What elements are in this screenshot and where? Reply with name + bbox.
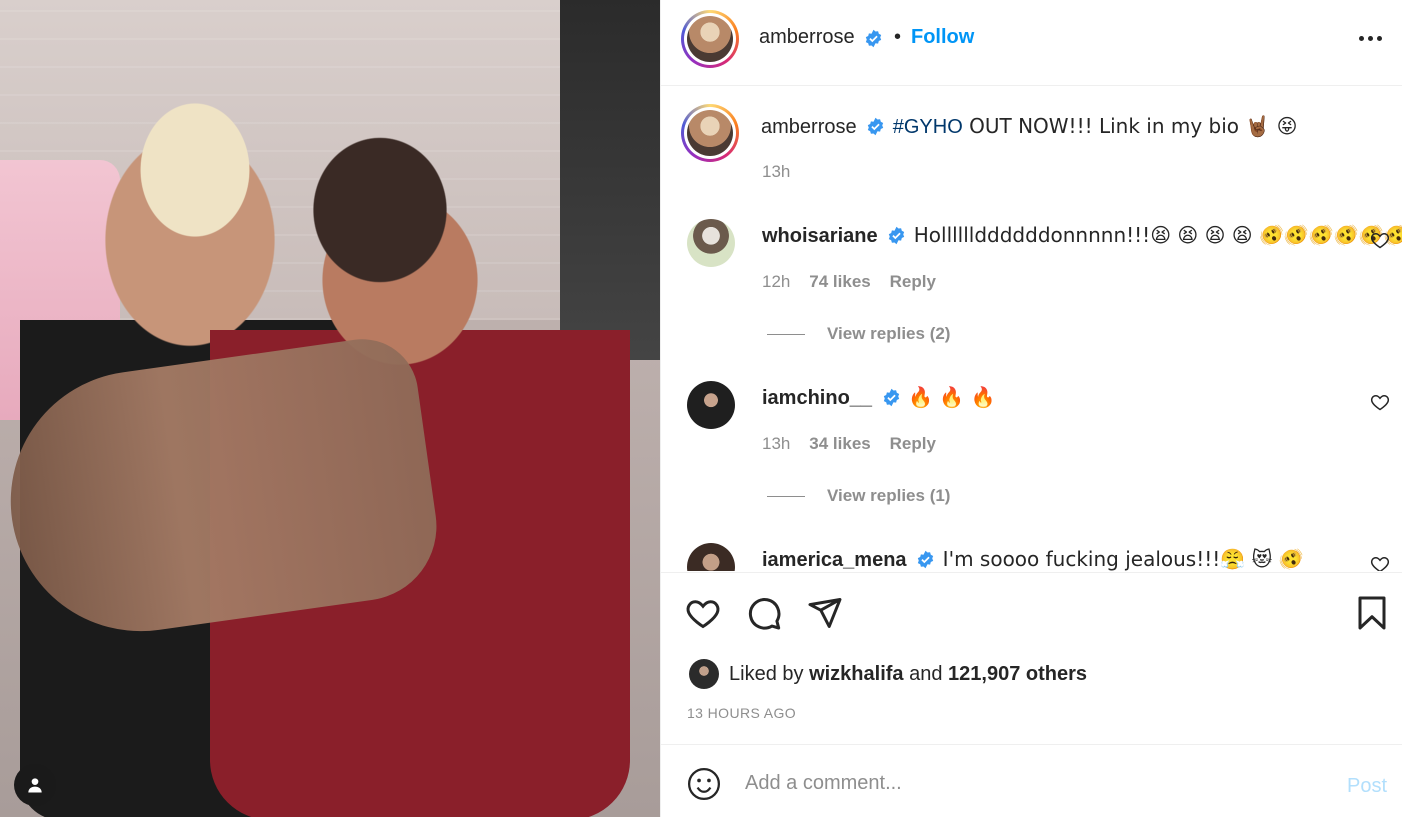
comment-row: iamchino__ 🔥 🔥 🔥 <box>762 385 996 410</box>
verified-icon <box>888 226 905 244</box>
comment-time[interactable]: 13h <box>762 434 790 453</box>
caption-username[interactable]: amberrose <box>761 116 857 138</box>
liked-by-user[interactable]: wizkhalifa <box>809 663 903 685</box>
comment-username[interactable]: iamchino__ <box>762 387 872 409</box>
post-side-panel: amberrose • Follow amberrose #GYHO OUT N… <box>660 0 1402 817</box>
caption-avatar[interactable] <box>681 104 739 162</box>
comment-avatar[interactable] <box>687 219 735 267</box>
comment-input[interactable] <box>745 763 1325 803</box>
view-replies-button[interactable]: View replies (2) <box>767 324 950 344</box>
view-replies-label: View replies (1) <box>827 486 951 505</box>
comment-meta: 12h 74 likes Reply <box>762 272 936 292</box>
caption-hashtag[interactable]: #GYHO <box>893 116 963 138</box>
user-tag-icon <box>28 778 42 793</box>
like-comment-heart-icon[interactable] <box>1370 554 1390 571</box>
author-avatar[interactable] <box>681 10 739 68</box>
add-comment-bar: Post <box>661 744 1402 817</box>
verified-icon <box>917 550 934 568</box>
caption-time[interactable]: 13h <box>762 162 790 182</box>
post-media[interactable] <box>0 0 660 817</box>
header-separator: • <box>894 26 902 48</box>
comment-avatar[interactable] <box>687 381 735 429</box>
reply-button[interactable]: Reply <box>890 272 936 291</box>
like-comment-heart-icon[interactable] <box>1370 392 1390 412</box>
comment-username[interactable]: iamerica_mena <box>762 549 907 571</box>
verified-icon <box>865 29 882 48</box>
comment-text: 🔥 🔥 🔥 <box>908 385 996 409</box>
more-icon[interactable] <box>1356 26 1384 50</box>
comment-avatar[interactable] <box>687 543 735 571</box>
heart-icon[interactable] <box>685 595 721 631</box>
liker-avatar[interactable] <box>689 659 719 689</box>
emoji-icon[interactable] <box>687 767 721 801</box>
bookmark-icon[interactable] <box>1354 595 1390 631</box>
liked-by: Liked by wizkhalifa and 121,907 others <box>689 659 1087 689</box>
comment-text: I'm soooo fucking jealous!!!😤 😻 🫨 <box>942 547 1304 571</box>
verified-icon <box>867 117 884 135</box>
comment-row: whoisariane Hollllllddddddonnnnn!!!😫 😫 😫… <box>762 223 1402 248</box>
caption-text: amberrose #GYHO OUT NOW!!! Link in my bi… <box>761 114 1298 139</box>
follow-button[interactable]: Follow <box>911 26 974 49</box>
share-icon[interactable] <box>807 595 843 631</box>
liked-by-others[interactable]: 121,907 others <box>948 663 1087 685</box>
comment-meta: 13h 34 likes Reply <box>762 434 936 454</box>
verified-icon <box>883 388 899 406</box>
author-username[interactable]: amberrose <box>759 26 855 49</box>
reply-button[interactable]: Reply <box>890 434 936 453</box>
caption-body: OUT NOW!!! Link in my bio 🤘🏾 😝 <box>962 114 1298 138</box>
comment-text: Hollllllddddddonnnnn!!!😫 😫 😫 😫 🫨🫨🫨🫨🫨🫨🫨🫨 <box>913 223 1402 247</box>
view-replies-line <box>767 333 805 335</box>
comment-row: iamerica_mena I'm soooo fucking jealous!… <box>762 547 1304 571</box>
post-header: amberrose • Follow <box>661 0 1402 86</box>
comment-icon[interactable] <box>746 595 782 631</box>
view-replies-label: View replies (2) <box>827 324 951 343</box>
post-actions: Liked by wizkhalifa and 121,907 others 1… <box>661 572 1402 744</box>
comments-list[interactable]: amberrose #GYHO OUT NOW!!! Link in my bi… <box>661 87 1402 571</box>
liked-by-and: and <box>909 662 943 685</box>
like-comment-heart-icon[interactable] <box>1370 230 1390 250</box>
post-comment-button[interactable]: Post <box>1347 775 1387 798</box>
liked-by-prefix: Liked by <box>729 662 804 685</box>
comment-likes[interactable]: 74 likes <box>809 272 870 291</box>
user-tag-button[interactable] <box>14 764 56 806</box>
comment-username[interactable]: whoisariane <box>762 225 878 247</box>
post-time-ago[interactable]: 13 HOURS AGO <box>687 705 796 721</box>
view-replies-button[interactable]: View replies (1) <box>767 486 950 506</box>
view-replies-line <box>767 495 805 497</box>
comment-time[interactable]: 12h <box>762 272 790 291</box>
comment-likes[interactable]: 34 likes <box>809 434 870 453</box>
